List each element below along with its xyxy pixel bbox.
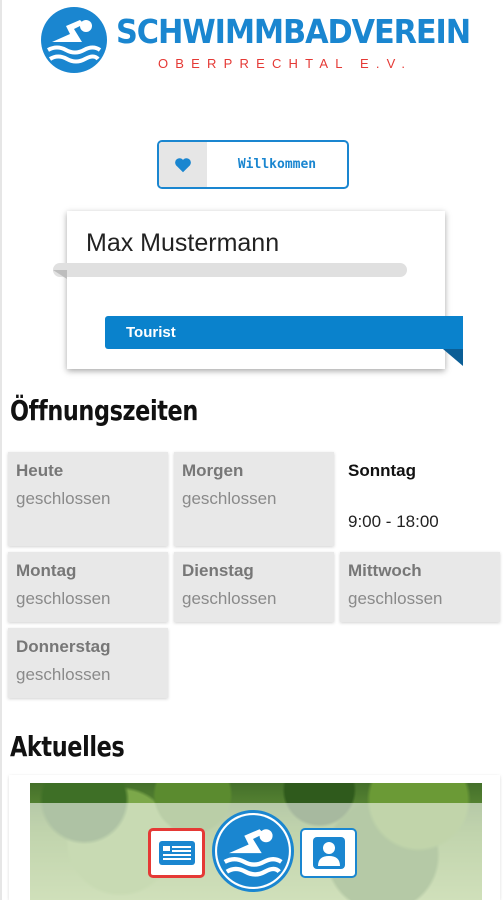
nav-news-button[interactable] [148, 828, 205, 878]
day-name: Mittwoch [348, 561, 422, 580]
day-card-montag: Montag geschlossen [8, 552, 168, 622]
welcome-label: Willkommen [237, 157, 317, 172]
opening-hours-grid: Heute geschlossen Morgen geschlossen Son… [8, 452, 502, 704]
day-status: geschlossen [16, 489, 111, 508]
day-name: Donnerstag [16, 637, 111, 656]
club-subtitle: OBERPRECHTAL E.V. [158, 56, 413, 71]
hours-row: Montag geschlossen Dienstag geschlossen … [8, 552, 502, 622]
day-name: Morgen [182, 461, 244, 480]
day-card-sonntag: Sonntag 9:00 - 18:00 [340, 452, 500, 546]
day-status: geschlossen [16, 589, 111, 608]
day-name: Heute [16, 461, 64, 480]
user-profile-icon [312, 837, 345, 869]
welcome-icon-box [159, 142, 207, 187]
day-card-morgen: Morgen geschlossen [174, 452, 334, 546]
swimmer-logo-icon [41, 7, 107, 73]
news-section-title: Aktuelles [10, 730, 125, 763]
day-name: Montag [16, 561, 77, 580]
role-ribbon: Tourist [105, 316, 463, 349]
day-status: geschlossen [16, 665, 111, 684]
hours-row: Heute geschlossen Morgen geschlossen Son… [8, 452, 502, 546]
nav-home-button[interactable] [212, 810, 294, 892]
welcome-button[interactable]: Willkommen [157, 140, 349, 189]
day-card-dienstag: Dienstag geschlossen [174, 552, 334, 622]
day-hours: 9:00 - 18:00 [348, 512, 439, 531]
day-status: geschlossen [348, 589, 443, 608]
day-name: Dienstag [182, 561, 254, 580]
day-card-mittwoch: Mittwoch geschlossen [340, 552, 500, 622]
swimmer-home-icon [217, 815, 289, 887]
day-name: Sonntag [348, 461, 416, 480]
day-status: geschlossen [182, 489, 277, 508]
bottom-navigation [0, 810, 504, 900]
bar-fold [53, 270, 67, 279]
club-title: SCHWIMMBADVEREIN [116, 12, 471, 51]
name-underline-bar [53, 263, 407, 277]
ribbon-fold [443, 349, 463, 366]
hours-section-title: Öffnungszeiten [10, 394, 198, 427]
news-icon [158, 841, 195, 865]
day-status: geschlossen [182, 589, 277, 608]
profile-card[interactable]: Max Mustermann Tourist [53, 211, 463, 369]
nav-profile-button[interactable] [300, 828, 357, 878]
hours-row: Donnerstag geschlossen [8, 628, 502, 698]
heart-icon [175, 157, 191, 172]
club-logo[interactable]: SCHWIMMBADVEREIN OBERPRECHTAL E.V. [40, 6, 480, 76]
day-card-heute: Heute geschlossen [8, 452, 168, 546]
page-edge [0, 0, 2, 900]
day-card-donnerstag: Donnerstag geschlossen [8, 628, 168, 698]
profile-name: Max Mustermann [86, 229, 280, 257]
